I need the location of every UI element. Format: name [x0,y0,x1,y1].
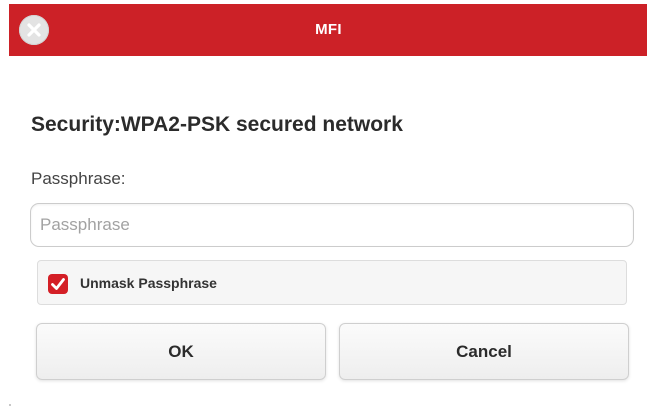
dialog-title: MFI [315,21,342,38]
dialog-titlebar: MFI [9,4,647,56]
unmask-checkbox[interactable] [48,274,68,294]
unmask-passphrase-toggle[interactable]: Unmask Passphrase [37,260,627,305]
passphrase-input[interactable] [30,203,634,247]
unmask-passphrase-label: Unmask Passphrase [80,275,217,291]
wifi-password-dialog: MFI Security:WPA2-PSK secured network Pa… [0,0,647,412]
corner-divider [9,404,11,406]
checkmark-icon [51,278,65,290]
security-heading: Security:WPA2-PSK secured network [31,113,403,136]
ok-button[interactable]: OK [36,323,326,380]
passphrase-label: Passphrase: [31,169,126,188]
cancel-button[interactable]: Cancel [339,323,629,380]
